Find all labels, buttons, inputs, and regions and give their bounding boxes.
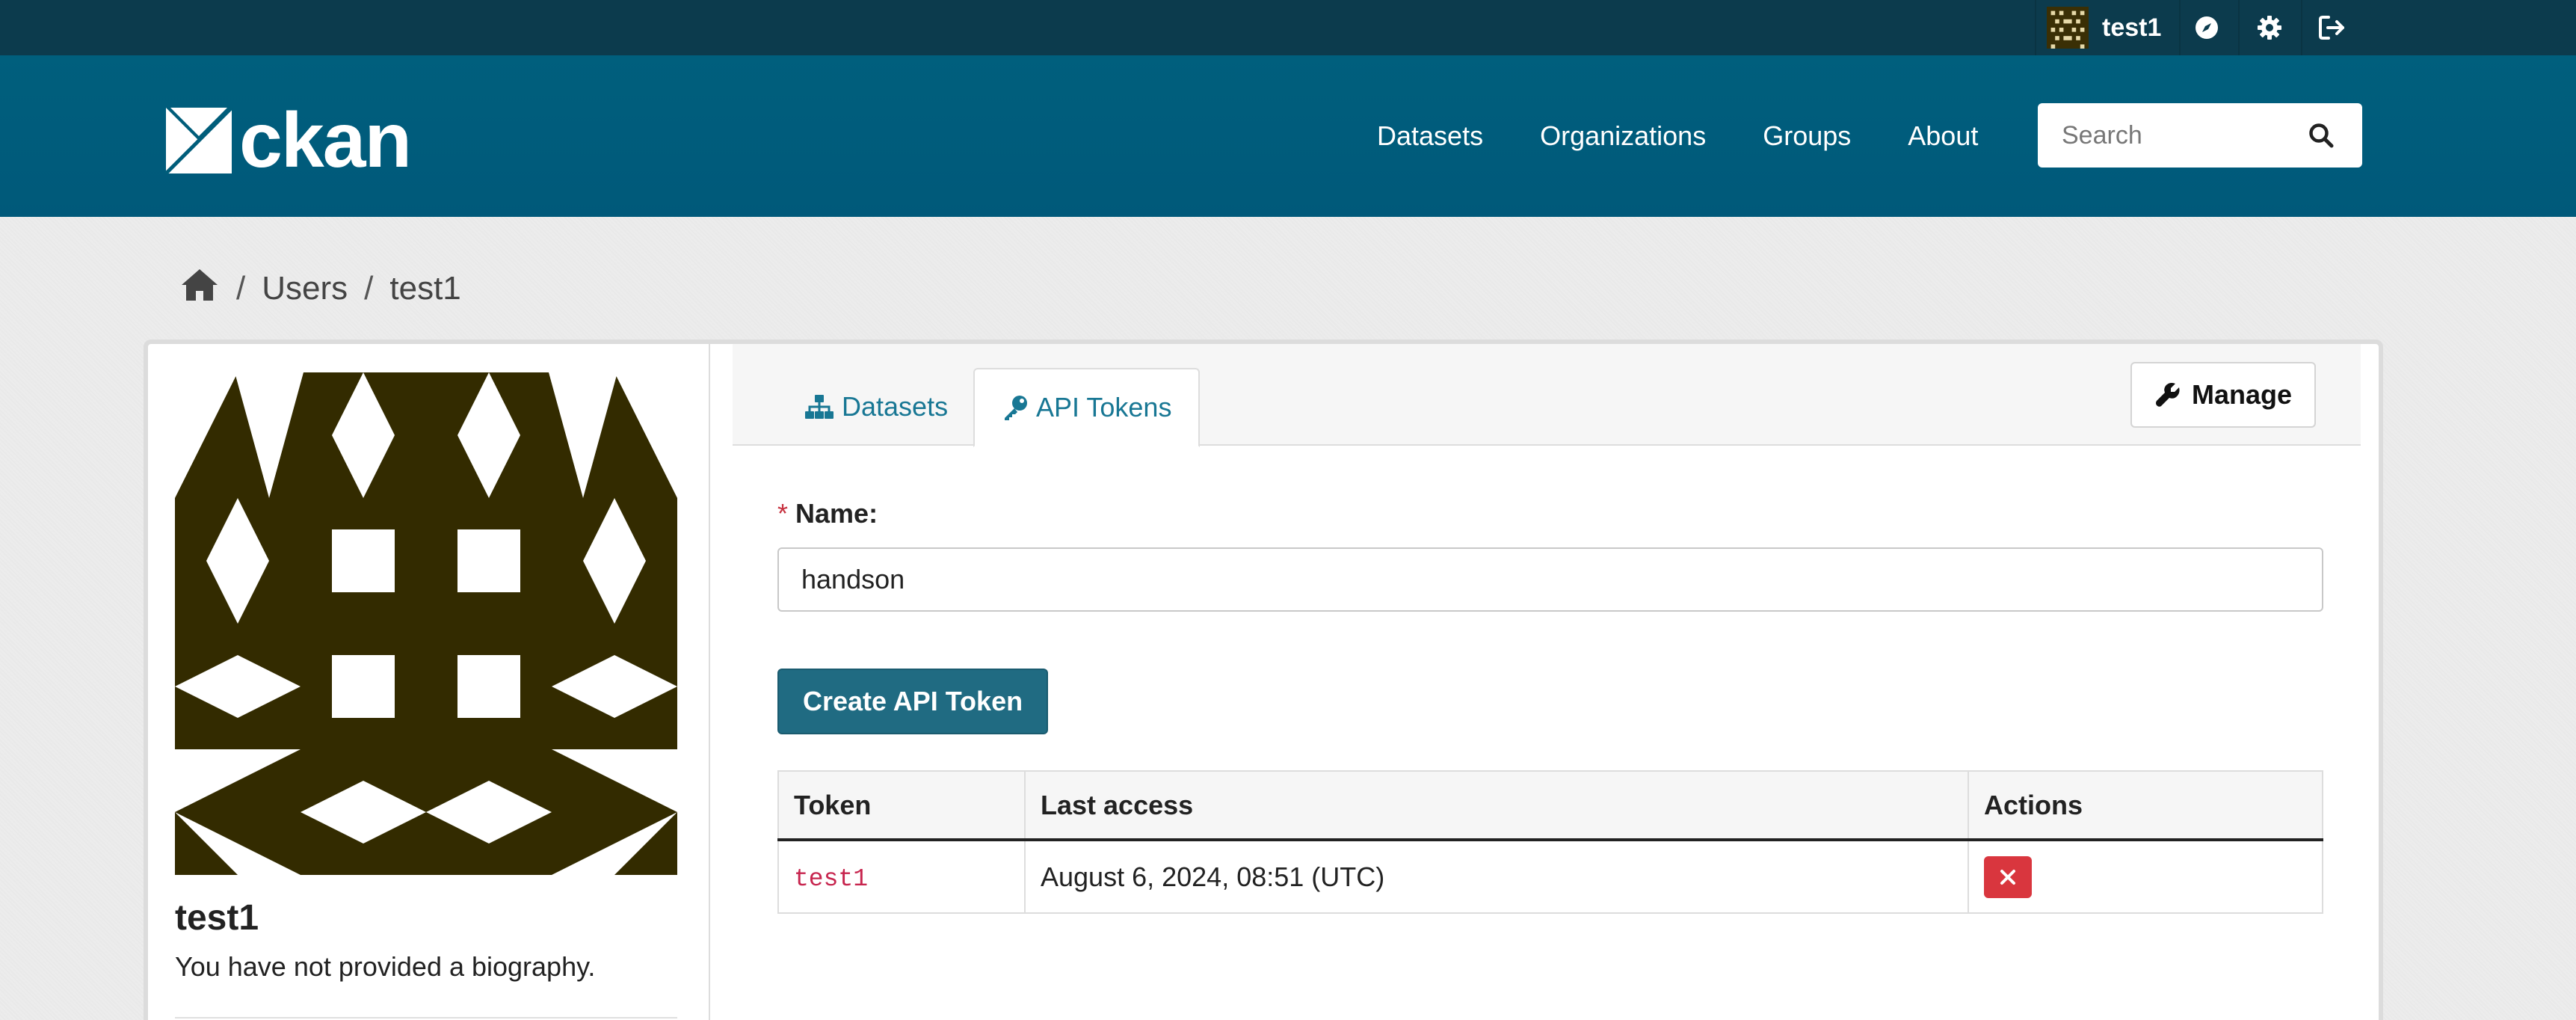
masthead: ckan Datasets Organizations Groups About: [0, 55, 2576, 217]
tab-api-tokens[interactable]: API Tokens: [973, 368, 1201, 447]
tab-datasets[interactable]: Datasets: [777, 368, 975, 446]
gear-icon: [2258, 16, 2281, 40]
wrench-icon: [2155, 383, 2180, 407]
user-sidebar: test1 You have not provided a biography.: [148, 344, 710, 1020]
search-icon: [2309, 123, 2334, 148]
create-api-token-button[interactable]: Create API Token: [777, 669, 1049, 734]
user-biography: You have not provided a biography.: [175, 951, 596, 982]
column-header-actions: Actions: [1968, 770, 2323, 841]
breadcrumb-separator: /: [364, 270, 374, 307]
primary-content: Datasets API Tokens Manage *Name: Cre: [733, 344, 2361, 1020]
user-identicon: [175, 372, 677, 875]
logo-wordmark: ckan: [239, 97, 412, 184]
token-name-input[interactable]: [777, 547, 2323, 612]
user-avatar: [2047, 7, 2089, 49]
manage-button[interactable]: Manage: [2130, 362, 2316, 428]
table-row: test1 August 6, 2024, 08:51 (UTC): [777, 839, 2323, 914]
token-name: test1: [794, 865, 869, 893]
divider: [175, 1017, 677, 1019]
search-button[interactable]: [2305, 120, 2337, 151]
settings-link[interactable]: [2238, 0, 2302, 55]
close-icon: [2000, 869, 2015, 885]
nav-groups[interactable]: Groups: [1763, 120, 1851, 152]
account-masthead: test1: [0, 0, 2576, 55]
breadcrumb-separator: /: [236, 270, 246, 307]
column-header-last-access: Last access: [1024, 770, 1969, 841]
account-user-link[interactable]: test1: [2035, 0, 2181, 55]
sitemap-icon: [805, 395, 833, 419]
table-header-row: Token Last access Actions: [777, 770, 2323, 841]
dashboard-icon: [2196, 16, 2218, 39]
api-tokens-table: Token Last access Actions test1 August 6…: [777, 770, 2323, 914]
breadcrumb: / Users / test1: [179, 266, 461, 311]
logout-link[interactable]: [2301, 0, 2364, 55]
user-name-heading: test1: [175, 898, 259, 938]
home-icon: [182, 268, 218, 301]
account-username: test1: [2102, 13, 2162, 42]
tab-api-tokens-label: API Tokens: [1036, 392, 1172, 423]
revoke-token-button[interactable]: [1984, 855, 2032, 898]
ckan-logo-icon: [164, 106, 233, 175]
breadcrumb-current-user[interactable]: test1: [389, 270, 460, 307]
nav-about[interactable]: About: [1908, 120, 1978, 152]
manage-button-label: Manage: [2191, 379, 2292, 410]
main-nav: Datasets Organizations Groups About: [1377, 55, 2035, 217]
search-input[interactable]: [2060, 120, 2287, 151]
nav-datasets[interactable]: Datasets: [1377, 120, 1483, 152]
key-icon: [1005, 396, 1027, 420]
token-cell: test1: [777, 839, 1026, 914]
column-header-token: Token: [777, 770, 1026, 841]
name-label-text: Name:: [795, 498, 878, 529]
tab-datasets-label: Datasets: [842, 391, 949, 422]
main-wrapper: test1 You have not provided a biography.…: [144, 340, 2383, 1020]
nav-organizations[interactable]: Organizations: [1540, 120, 1706, 152]
site-search: [2038, 103, 2362, 168]
breadcrumb-home[interactable]: [179, 267, 220, 311]
sign-out-icon: [2319, 16, 2344, 40]
required-marker: *: [777, 498, 789, 529]
name-field-label: * Name:: [777, 498, 878, 529]
content-tabs: Datasets API Tokens Manage: [733, 344, 2361, 447]
dashboard-link[interactable]: [2175, 0, 2240, 55]
last-access-cell: August 6, 2024, 08:51 (UTC): [1024, 839, 1969, 914]
site-logo[interactable]: ckan: [164, 97, 412, 184]
breadcrumb-users[interactable]: Users: [262, 270, 348, 307]
actions-cell: [1968, 839, 2323, 914]
